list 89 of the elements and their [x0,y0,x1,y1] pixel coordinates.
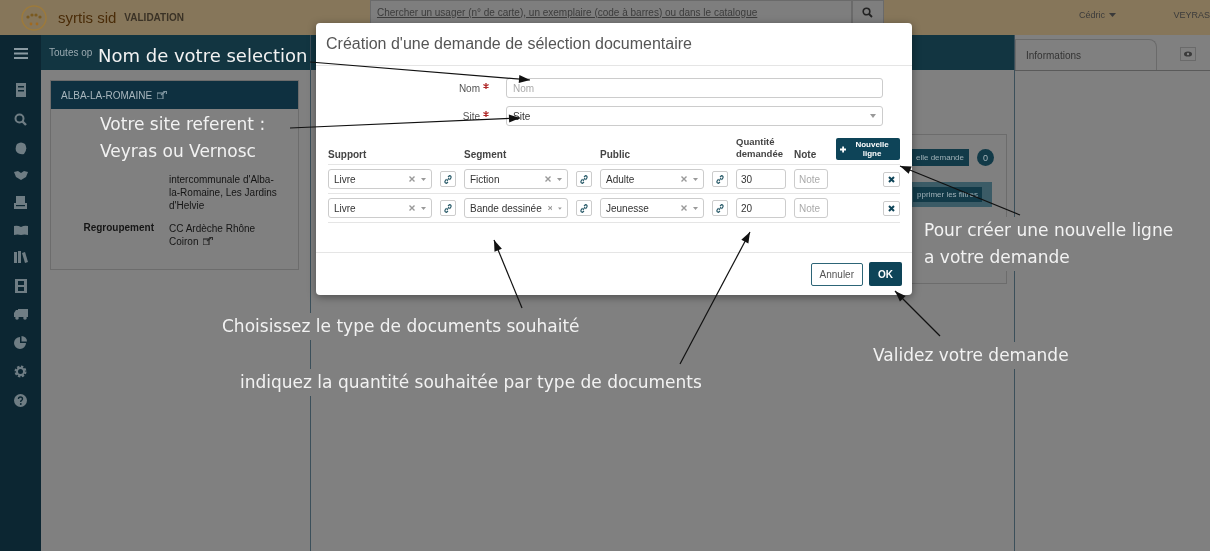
link-button[interactable] [440,200,456,216]
quantity-field[interactable]: 20 [736,198,786,218]
field-label: Site [462,110,480,122]
field-label: Nom [458,82,480,94]
breadcrumb[interactable]: Toutes op [49,47,93,58]
clear-icon[interactable] [681,205,687,211]
document-icon[interactable] [14,83,27,97]
site-name: VEYRAS [1173,10,1210,20]
caret-icon [1109,12,1116,18]
annotation-text: Pour créer une nouvelle ligne a votre demande [924,217,1174,271]
column-header: Support [328,149,368,160]
help-icon[interactable] [14,394,27,407]
link-button[interactable] [576,200,592,216]
book-icon[interactable] [13,225,28,235]
handshake-icon[interactable] [13,171,28,180]
eye-icon [1184,51,1192,57]
request-button[interactable]: elle demande [910,149,969,166]
link-icon [580,203,588,213]
dropdown[interactable]: Jeunesse [600,198,704,218]
annotation-arrow [894,290,941,337]
column-header: Note [794,149,818,160]
plus-icon [840,145,847,153]
caret-icon [870,114,876,118]
annotation-text: Nom de votre selection [98,44,308,68]
blob-icon[interactable] [14,142,27,155]
visibility-button[interactable] [1180,47,1196,61]
link-icon [716,203,724,213]
settings-icon[interactable] [14,365,27,378]
search-icon[interactable] [14,113,27,126]
quantity-field[interactable]: 30 [736,169,786,189]
menu-icon[interactable] [13,48,28,59]
dropdown[interactable]: Adulte [600,169,704,189]
field-value: CC Ardèche Rhône Coiron [169,222,257,248]
close-icon [888,175,895,183]
logo-icon [20,3,48,32]
books-icon[interactable] [13,251,28,263]
link-icon [716,174,724,184]
clear-icon[interactable] [547,205,553,211]
caret-icon [421,206,426,210]
caret-icon [557,177,562,181]
dropdown[interactable]: Fiction [464,169,568,189]
link-button[interactable] [712,171,728,187]
clear-icon[interactable] [545,176,551,182]
dropdown[interactable]: Livre [328,169,432,189]
clear-icon[interactable] [409,205,415,211]
search-icon [862,6,874,18]
delete-button[interactable] [883,200,900,216]
field-label: Regroupement [82,222,155,235]
caret-icon [693,206,698,210]
brand-name: syrtis sid [58,9,117,26]
annotation-text: Choisissez le type de documents souhaité [222,313,580,340]
site-select[interactable]: Site [506,106,883,126]
film-icon[interactable] [14,279,27,293]
add-line-button[interactable]: Nouvelle ligne [836,138,900,160]
clear-icon[interactable] [681,176,687,182]
caret-icon [558,206,562,210]
caret-icon [421,177,426,181]
count-badge: 0 [977,149,994,166]
truck-icon[interactable] [13,309,28,320]
link-button[interactable] [712,200,728,216]
column-header: Quantité demandée [736,136,784,160]
clear-filters-button[interactable]: pprimer les filtres [913,187,982,202]
annotation-text: indiquez la quantité souhaitée par type de documents [240,369,702,396]
column-header: Segment [464,149,508,160]
pie-chart-icon[interactable] [14,336,27,349]
cancel-button[interactable]: Annuler [810,262,863,286]
link-button[interactable] [576,171,592,187]
caret-icon [693,177,698,181]
card-title: ALBA-LA-ROMAINE [61,89,153,101]
printer-icon[interactable] [14,196,27,209]
annotation-arrow [493,239,523,309]
field-value: intercommunale d'Alba-la-Romaine, Les Jardins d'Helvie [169,173,278,212]
link-icon [444,203,452,213]
link-button[interactable] [440,171,456,187]
delete-button[interactable] [883,171,900,187]
dropdown[interactable]: Livre [328,198,432,218]
column-header: Public [600,149,631,160]
annotation-text: Validez votre demande [873,342,1069,369]
dropdown[interactable]: Bande dessinée [464,198,568,218]
close-icon [888,204,895,212]
search-button[interactable] [851,0,884,24]
environment-label: VALIDATION [124,12,184,23]
external-link-icon[interactable] [203,237,214,245]
link-icon [580,174,588,184]
ok-button[interactable]: OK [869,262,902,286]
clear-icon[interactable] [409,176,415,182]
external-link-icon[interactable] [157,91,168,99]
dialog-title: Création d'une demande de sélection documentaire [326,35,692,53]
link-icon [444,174,452,184]
